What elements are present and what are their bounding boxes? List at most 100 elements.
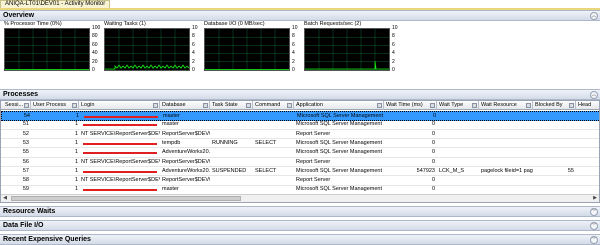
- data-file-io-header[interactable]: Data File I/O ﹀: [0, 220, 600, 231]
- table-cell: 1: [75, 177, 79, 184]
- overview-header[interactable]: Overview ︿: [0, 10, 600, 21]
- expand-icon[interactable]: ﹀: [590, 208, 598, 216]
- table-cell: [210, 158, 253, 167]
- table-cell: [437, 120, 479, 129]
- axis-tick-label: 8: [292, 33, 295, 40]
- graph-axis: 10 8 6 4 2 0: [192, 25, 204, 73]
- column-header[interactable]: Database: [160, 101, 210, 110]
- column-header[interactable]: User Process: [31, 101, 79, 110]
- table-cell: [210, 176, 253, 185]
- column-header-label: Wait Time (ms): [386, 102, 423, 108]
- table-row[interactable]: 58 1 NT SERVICE\ReportServer$DEV01 ReportSe…: [1, 176, 599, 186]
- grid-header-row: Sessi... User Process Login Database Task St…: [1, 101, 599, 110]
- filter-dropdown-icon[interactable]: [246, 103, 251, 108]
- filter-dropdown-icon[interactable]: [287, 103, 292, 108]
- table-cell: [437, 176, 479, 185]
- graph-axis: 10 8 6 4 2 0: [392, 25, 404, 73]
- column-header-label: Login: [81, 102, 95, 108]
- horizontal-scrollbar[interactable]: ◀ ▶: [1, 194, 599, 202]
- axis-tick-label: 0: [92, 67, 95, 73]
- table-cell: 55: [22, 149, 29, 156]
- table-cell: SELECT: [255, 167, 277, 174]
- redaction-mark: [83, 152, 157, 155]
- column-header-label: Wait Type: [439, 102, 464, 108]
- filter-dropdown-icon[interactable]: [569, 103, 574, 108]
- table-cell: [437, 139, 479, 148]
- table-cell: [437, 158, 479, 167]
- table-cell: tempdb: [162, 139, 181, 146]
- graph-plot: [104, 28, 190, 71]
- column-header-label: Wait Resource: [481, 102, 517, 108]
- expand-icon[interactable]: ﹀: [590, 236, 598, 244]
- table-row[interactable]: 53 1 tempdb RUNNING SELECT Microsoft SQL Serv…: [1, 139, 599, 149]
- column-header-label: Blocked By: [535, 102, 563, 108]
- scroll-right-icon[interactable]: ▶: [591, 195, 599, 202]
- table-row[interactable]: 51 1 master Microsoft SQL Server Management…: [1, 120, 599, 130]
- graph-title: % Processor Time (0%): [4, 21, 62, 27]
- column-header-label: User Process: [33, 102, 67, 108]
- processes-grid: Sessi... User Process Login Database Task St…: [0, 100, 600, 203]
- table-cell: 1: [75, 139, 79, 146]
- table-cell: 1: [75, 121, 79, 128]
- column-header-label: Head: [578, 102, 592, 108]
- table-row[interactable]: 52 1 NT SERVICE\ReportServer$DEV01 ReportSe…: [1, 130, 599, 140]
- window-title-tab[interactable]: ANIQA-LT01\DEV01 - Activity Monitor: [0, 0, 111, 8]
- filter-dropdown-icon[interactable]: [203, 103, 208, 108]
- collapse-icon[interactable]: ︿: [590, 91, 598, 99]
- recent-queries-title: Recent Expensive Queries: [3, 236, 91, 243]
- column-header[interactable]: Wait Resource: [479, 101, 533, 110]
- column-header[interactable]: Application: [294, 101, 384, 110]
- table-cell: [576, 130, 599, 139]
- data-file-io-title: Data File I/O: [3, 222, 44, 229]
- column-header[interactable]: Wait Type: [437, 101, 479, 110]
- table-cell: [533, 120, 576, 129]
- table-row[interactable]: 55 1 AdventureWorks20... Microsoft SQL Serv…: [1, 148, 599, 158]
- filter-dropdown-icon[interactable]: [153, 103, 158, 108]
- window-title: ANIQA-LT01\DEV01 - Activity Monitor: [5, 1, 106, 7]
- column-header[interactable]: Head: [576, 101, 599, 110]
- redaction-mark: [83, 142, 157, 145]
- table-cell: [533, 130, 576, 139]
- resource-waits-header[interactable]: Resource Waits ﹀: [0, 206, 600, 217]
- scroll-left-icon[interactable]: ◀: [1, 195, 9, 202]
- filter-dropdown-icon[interactable]: [430, 103, 435, 108]
- filter-dropdown-icon[interactable]: [526, 103, 531, 108]
- table-cell: Microsoft SQL Server Management Studio: [296, 139, 384, 146]
- table-cell: 56: [22, 158, 29, 165]
- scroll-thumb[interactable]: [11, 196, 241, 201]
- table-cell: Report Server: [296, 130, 331, 137]
- expand-icon[interactable]: ﹀: [590, 222, 598, 230]
- table-cell: [479, 120, 533, 129]
- collapse-icon[interactable]: ︿: [590, 12, 598, 20]
- column-header[interactable]: Task State: [210, 101, 253, 110]
- table-cell: 1: [75, 149, 79, 156]
- table-row[interactable]: 57 1 AdventureWorks20... SUSPENDED SELECT Mic…: [1, 167, 599, 177]
- table-cell: [576, 176, 599, 185]
- table-cell: SUSPENDED: [212, 167, 247, 174]
- table-cell: NT SERVICE\ReportServer$DEV01: [81, 130, 160, 137]
- recent-queries-header[interactable]: Recent Expensive Queries ﹀: [0, 234, 600, 245]
- column-header[interactable]: Command: [253, 101, 294, 110]
- filter-dropdown-icon[interactable]: [24, 103, 29, 108]
- table-cell: [576, 158, 599, 167]
- axis-tick-label: 60: [92, 41, 98, 48]
- table-cell: NT SERVICE\ReportServer$DEV01: [81, 158, 160, 165]
- redaction-mark: [83, 124, 157, 127]
- table-cell: [479, 176, 533, 185]
- table-cell: NT SERVICE\ReportServer$DEV01: [81, 177, 160, 184]
- filter-dropdown-icon[interactable]: [72, 103, 77, 108]
- processes-header[interactable]: Processes ︿: [0, 89, 600, 100]
- graph-title: Batch Requests/sec (2): [304, 21, 362, 27]
- axis-tick-label: 2: [392, 58, 395, 65]
- column-header[interactable]: Login: [79, 101, 160, 110]
- column-header[interactable]: Blocked By: [533, 101, 576, 110]
- table-cell: AdventureWorks20...: [162, 167, 210, 174]
- table-row[interactable]: 54 1 master Microsoft SQL Server Management…: [1, 111, 599, 121]
- table-row[interactable]: 56 1 NT SERVICE\ReportServer$DEV01 ReportSe…: [1, 158, 599, 167]
- filter-dropdown-icon[interactable]: [377, 103, 382, 108]
- filter-dropdown-icon[interactable]: [472, 103, 477, 108]
- axis-tick-label: 40: [92, 50, 98, 57]
- table-cell: 52: [22, 130, 29, 137]
- column-header[interactable]: Wait Time (ms): [384, 101, 437, 110]
- column-header[interactable]: Sessi...: [3, 101, 31, 110]
